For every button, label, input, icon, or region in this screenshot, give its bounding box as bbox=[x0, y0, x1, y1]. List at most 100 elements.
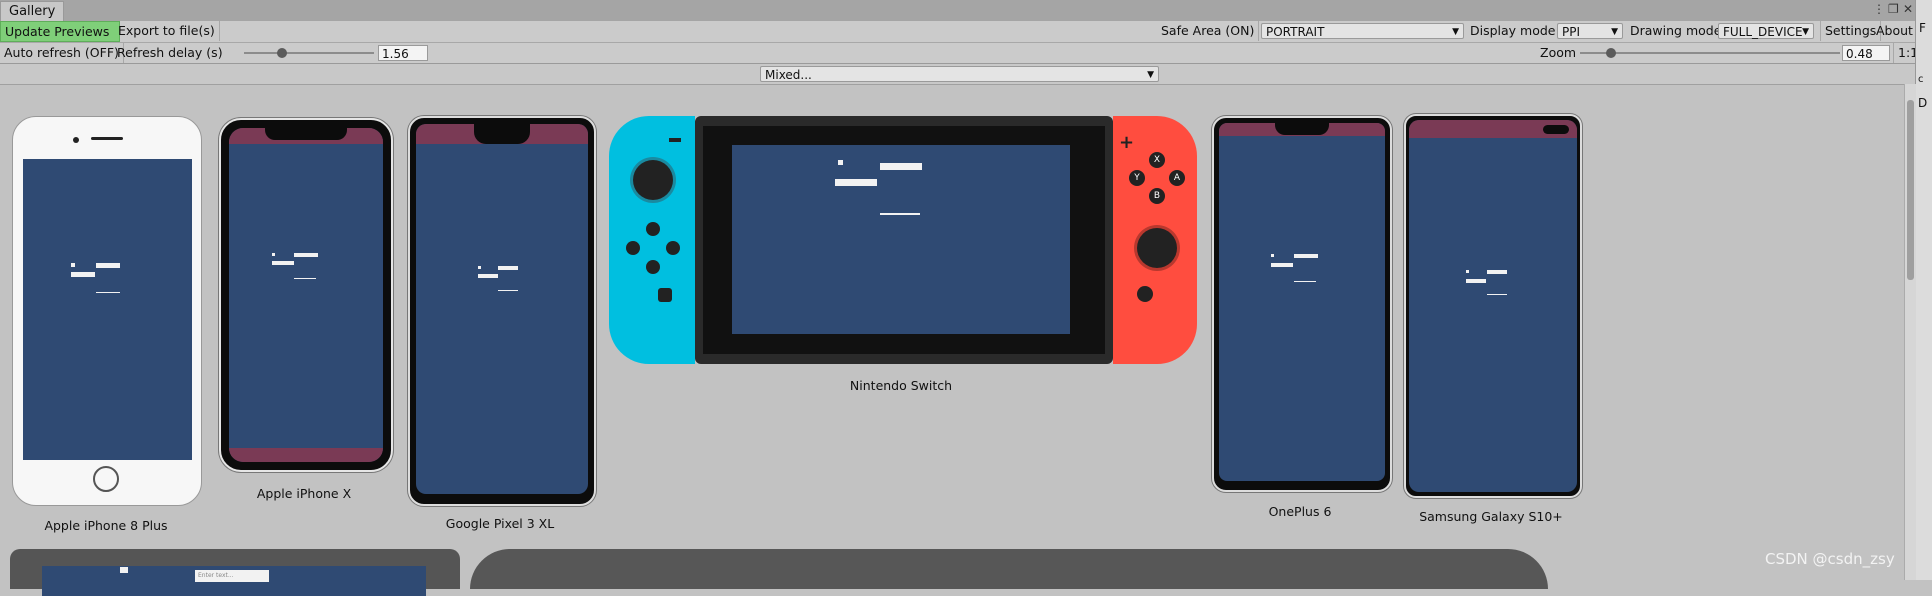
switch-body bbox=[695, 116, 1113, 364]
toggle-preview bbox=[838, 160, 843, 165]
more-options-icon[interactable]: ⋮ bbox=[1873, 2, 1885, 16]
slider-preview bbox=[1294, 281, 1316, 282]
device-preview-partial[interactable]: Enter text... bbox=[10, 549, 460, 596]
toggle-preview bbox=[1271, 254, 1274, 257]
side-panel: F c D bbox=[1915, 0, 1932, 580]
device-label: Apple iPhone 8 Plus bbox=[44, 518, 168, 533]
zoom-input[interactable]: 0.48 bbox=[1842, 45, 1890, 61]
home-button-icon bbox=[1137, 286, 1153, 302]
slider-preview bbox=[880, 213, 920, 215]
orientation-value: PORTRAIT bbox=[1266, 25, 1325, 39]
dpad-up-icon bbox=[646, 222, 660, 236]
maximize-icon[interactable]: ❐ bbox=[1888, 2, 1899, 16]
minus-button-icon bbox=[669, 138, 681, 142]
side-panel-letter: D bbox=[1918, 96, 1928, 110]
home-button-icon bbox=[93, 466, 119, 492]
chevron-down-icon: ▼ bbox=[1147, 70, 1154, 80]
update-previews-button[interactable]: Update Previews bbox=[0, 21, 120, 42]
drawing-mode-dropdown[interactable]: FULL_DEVICE ▼ bbox=[1718, 23, 1814, 39]
device-label: Samsung Galaxy S10+ bbox=[1419, 509, 1563, 524]
device-oneplus-6[interactable] bbox=[1212, 116, 1392, 492]
device-screen bbox=[23, 159, 192, 460]
capture-button-icon bbox=[658, 288, 672, 302]
safe-area-toggle[interactable]: Safe Area (ON) bbox=[1157, 21, 1260, 41]
notch bbox=[474, 124, 530, 144]
slider-preview bbox=[294, 278, 316, 279]
device-label: Google Pixel 3 XL bbox=[445, 516, 555, 531]
zoom-slider-handle[interactable] bbox=[1606, 48, 1617, 58]
b-button-icon: B bbox=[1149, 188, 1165, 204]
dpad-down-icon bbox=[646, 260, 660, 274]
safe-area-band bbox=[229, 448, 383, 462]
punch-hole-camera-icon bbox=[1543, 125, 1569, 134]
input-preview bbox=[498, 266, 518, 270]
button-preview bbox=[272, 261, 294, 265]
device-screen: Enter text... bbox=[42, 566, 426, 596]
a-button-icon: A bbox=[1169, 170, 1185, 186]
x-button-icon: X bbox=[1149, 152, 1165, 168]
toggle-preview bbox=[1466, 270, 1469, 273]
input-preview bbox=[1487, 270, 1507, 274]
camera-icon bbox=[73, 137, 79, 143]
refresh-delay-input[interactable]: 1.56 bbox=[378, 45, 428, 61]
input-preview bbox=[294, 253, 318, 257]
vertical-scrollbar[interactable] bbox=[1904, 84, 1916, 580]
button-preview bbox=[1271, 263, 1293, 267]
close-icon[interactable]: ✕ bbox=[1903, 2, 1913, 16]
main-toolbar: Update Previews Export to file(s) Safe A… bbox=[0, 21, 1918, 43]
joystick-icon bbox=[633, 160, 673, 200]
slider-preview bbox=[96, 292, 120, 293]
input-preview: Enter text... bbox=[195, 570, 269, 582]
button-preview bbox=[71, 272, 95, 277]
drawing-mode-label: Drawing mode bbox=[1630, 23, 1722, 38]
device-iphone-8-plus[interactable] bbox=[12, 116, 202, 506]
toggle-preview bbox=[120, 567, 128, 573]
side-panel-letter: F bbox=[1919, 21, 1926, 35]
toggle-preview bbox=[272, 253, 275, 256]
device-samsung-galaxy-s10-plus[interactable] bbox=[1404, 114, 1582, 498]
device-preview-partial[interactable] bbox=[470, 549, 1548, 589]
refresh-delay-slider[interactable] bbox=[244, 52, 374, 54]
gallery-tab[interactable]: Gallery bbox=[0, 1, 65, 22]
watermark: CSDN @csdn_zsy bbox=[1765, 550, 1895, 568]
device-screen bbox=[416, 124, 588, 494]
button-preview bbox=[1466, 279, 1486, 283]
joycon-left bbox=[609, 116, 695, 364]
display-mode-dropdown[interactable]: PPI ▼ bbox=[1557, 23, 1623, 39]
joycon-right: + X Y A B bbox=[1113, 116, 1197, 364]
device-google-pixel-3-xl[interactable] bbox=[408, 116, 596, 506]
about-button[interactable]: About bbox=[1872, 21, 1918, 41]
filter-bar: Mixed... ▼ bbox=[0, 64, 1915, 85]
slider-preview bbox=[498, 290, 518, 291]
chevron-down-icon: ▼ bbox=[1611, 27, 1618, 37]
chevron-down-icon: ▼ bbox=[1802, 27, 1809, 37]
device-screen bbox=[229, 128, 383, 462]
notch bbox=[1275, 123, 1329, 135]
export-button[interactable]: Export to file(s) bbox=[114, 21, 220, 41]
display-mode-label: Display mode bbox=[1470, 23, 1556, 38]
window-tab-bar bbox=[0, 0, 1932, 22]
notch bbox=[265, 128, 347, 140]
speaker-icon bbox=[91, 137, 123, 140]
refresh-delay-slider-handle[interactable] bbox=[276, 48, 287, 58]
device-nintendo-switch[interactable]: + X Y A B bbox=[609, 116, 1197, 364]
device-filter-dropdown[interactable]: Mixed... ▼ bbox=[760, 66, 1159, 82]
device-filter-value: Mixed... bbox=[765, 68, 812, 82]
button-preview bbox=[478, 274, 498, 278]
device-label: OnePlus 6 bbox=[1268, 504, 1332, 519]
auto-refresh-toggle[interactable]: Auto refresh (OFF) bbox=[0, 43, 124, 63]
toggle-preview bbox=[71, 263, 75, 267]
device-label: Apple iPhone X bbox=[256, 486, 352, 501]
slider-preview bbox=[1487, 294, 1507, 295]
dpad-right-icon bbox=[666, 241, 680, 255]
zoom-slider[interactable] bbox=[1580, 52, 1840, 54]
scrollbar-thumb[interactable] bbox=[1907, 100, 1914, 280]
joystick-icon bbox=[1137, 228, 1177, 268]
y-button-icon: Y bbox=[1129, 170, 1145, 186]
device-iphone-x[interactable] bbox=[219, 118, 393, 472]
refresh-toolbar: Auto refresh (OFF) Refresh delay (s) 1.5… bbox=[0, 43, 1918, 64]
orientation-dropdown[interactable]: PORTRAIT ▼ bbox=[1261, 23, 1464, 39]
dpad-left-icon bbox=[626, 241, 640, 255]
display-mode-value: PPI bbox=[1562, 25, 1581, 39]
refresh-delay-label: Refresh delay (s) bbox=[117, 45, 223, 60]
